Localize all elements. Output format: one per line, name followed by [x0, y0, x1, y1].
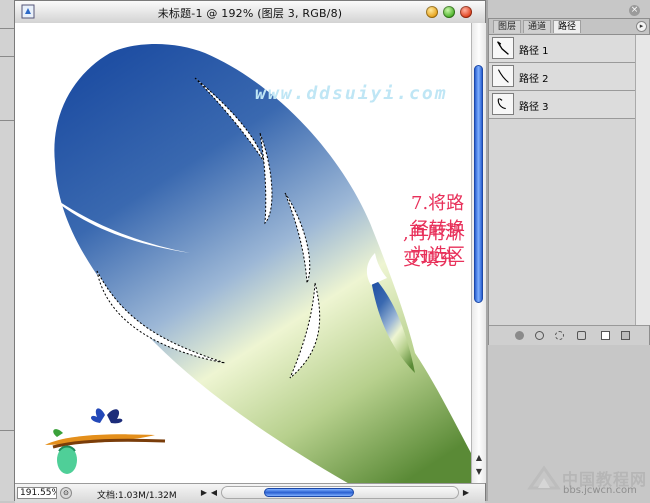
path-1-thumbnail-icon [492, 37, 514, 59]
horizontal-scrollbar[interactable] [221, 486, 459, 499]
paths-panel: 图层 通道 路径 ▸ 路径 1 路径 2 路径 3 [488, 18, 650, 345]
path-2-label: 路径 2 [519, 74, 549, 85]
close-button[interactable] [460, 6, 472, 18]
path-item-2[interactable]: 路径 2 [489, 63, 635, 91]
horizontal-scroll-thumb[interactable] [264, 488, 354, 497]
status-options-icon[interactable]: ⊙ [60, 487, 72, 499]
minimize-button[interactable] [426, 6, 438, 18]
scroll-down-arrow-icon[interactable]: ▼ [474, 467, 484, 477]
scroll-up-arrow-icon[interactable]: ▲ [474, 453, 484, 463]
tab-paths[interactable]: 路径 [553, 20, 582, 33]
load-selection-icon[interactable] [555, 331, 564, 340]
panel-menu-icon[interactable]: ▸ [636, 21, 647, 32]
left-toolbar-strip [0, 0, 15, 501]
status-menu-arrow-icon[interactable]: ▶ [199, 487, 209, 499]
scroll-right-arrow-icon[interactable]: ▶ [461, 487, 471, 499]
watermark-text: www.ddsuiyi.com [255, 83, 448, 104]
site-url: bbs.jcwcn.com [563, 485, 637, 496]
path-item-3[interactable]: 路径 3 [489, 91, 635, 119]
delete-path-icon[interactable] [621, 331, 630, 340]
panel-scrollbar[interactable] [635, 35, 650, 325]
image-canvas[interactable]: www.ddsuiyi.com 7.将路径转换为选区 ,再用渐变填充 [15, 23, 471, 483]
tab-channels[interactable]: 通道 [523, 20, 552, 33]
stroke-path-icon[interactable] [535, 331, 544, 340]
zoom-field[interactable]: 191.55% [17, 487, 57, 499]
tab-layers[interactable]: 图层 [493, 20, 522, 33]
annotation-line-2: ,再用渐变填充 [403, 223, 463, 270]
vertical-scroll-thumb[interactable] [474, 65, 483, 303]
path-1-label: 路径 1 [519, 46, 549, 57]
zoom-button[interactable] [443, 6, 455, 18]
panel-footer [489, 325, 649, 345]
path-3-thumbnail-icon [492, 93, 514, 115]
panel-close-icon[interactable]: × [629, 5, 640, 16]
document-title: 未标题-1 @ 192% (图层 3, RGB/8) [157, 7, 343, 20]
butterfly-logo [45, 408, 166, 474]
status-bar: 191.55% ⊙ 文档:1.03M/1.32M ▶ ◀ ▶ [15, 483, 485, 503]
scroll-left-arrow-icon[interactable]: ◀ [209, 487, 219, 499]
document-title-bar[interactable]: 未标题-1 @ 192% (图层 3, RGB/8) [15, 1, 485, 24]
panel-tab-bar: 图层 通道 路径 ▸ [489, 19, 649, 35]
document-window: 未标题-1 @ 192% (图层 3, RGB/8) www.ddsuiyi.c… [14, 0, 486, 503]
document-size-info: 文档:1.03M/1.32M [97, 491, 177, 501]
new-path-icon[interactable] [601, 331, 610, 340]
vertical-scrollbar[interactable]: ▲ ▼ [471, 23, 486, 483]
make-work-path-icon[interactable] [577, 331, 586, 340]
path-3-label: 路径 3 [519, 102, 549, 113]
path-item-1[interactable]: 路径 1 [489, 35, 635, 63]
fill-path-icon[interactable] [515, 331, 524, 340]
path-2-thumbnail-icon [492, 65, 514, 87]
